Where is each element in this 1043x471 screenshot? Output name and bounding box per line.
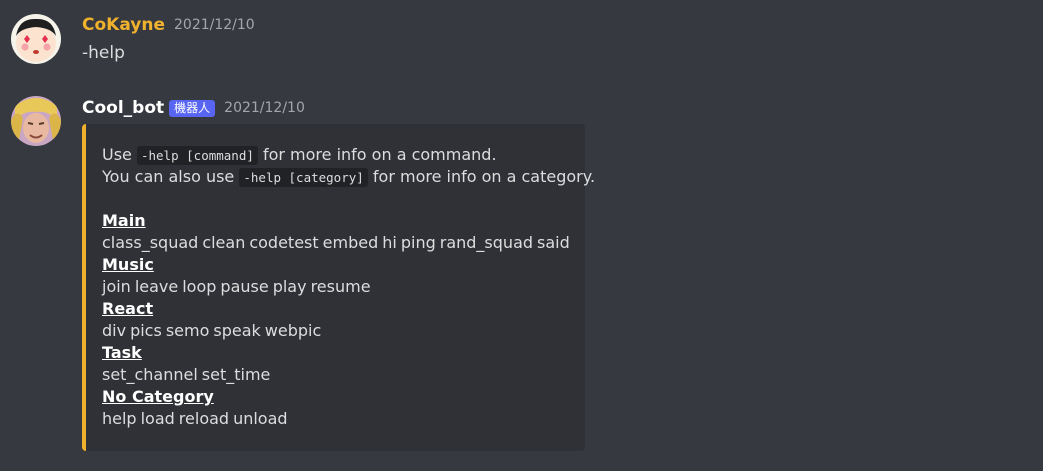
bot-tag: 機器人: [169, 99, 216, 117]
category-commands: help load reload unload: [102, 408, 582, 430]
command-name: rand_squad: [439, 233, 534, 252]
category-commands: div pics semo speak webpic: [102, 320, 582, 342]
category-title: Task: [102, 343, 142, 362]
command-name: help: [102, 409, 137, 428]
command-name: webpic: [264, 321, 322, 340]
command-name: semo: [165, 321, 210, 340]
timestamp[interactable]: 2021/12/10: [224, 97, 305, 119]
command-name: set_channel: [102, 365, 198, 384]
category-commands: class_squad clean codetest embed hi ping rand_…: [102, 232, 582, 254]
command-name: embed: [322, 233, 379, 252]
command-name: div: [102, 321, 127, 340]
message-header: Cool_bot 機器人 2021/12/10: [82, 97, 305, 119]
intro-text: You can also use: [102, 167, 235, 186]
username[interactable]: Cool_bot: [82, 97, 164, 119]
command-name: unload: [233, 409, 288, 428]
command-name: class_squad: [102, 233, 199, 252]
intro-text: for more info on a command.: [262, 145, 497, 164]
command-name: hi: [382, 233, 397, 252]
category-title: Main: [102, 211, 146, 230]
category-title: Music: [102, 255, 154, 274]
command-name: loop: [182, 277, 217, 296]
message-cool-bot: Cool_bot 機器人 2021/12/10 Use -help [comma…: [0, 0, 1043, 471]
command-name: join: [102, 277, 131, 296]
command-name: ping: [400, 233, 436, 252]
intro-line-1: Use -help [command] for more info on a c…: [102, 144, 582, 166]
command-name: pause: [220, 277, 269, 296]
category-commands: set_channel set_time: [102, 364, 582, 386]
command-name: play: [272, 277, 307, 296]
intro-text: Use: [102, 145, 132, 164]
inline-code: -help [category]: [239, 168, 368, 187]
command-name: said: [537, 233, 570, 252]
command-name: leave: [134, 277, 179, 296]
category-title: React: [102, 299, 154, 318]
category-title: No Category: [102, 387, 214, 406]
chat-messages: CoKayne 2021/12/10 -help Cool_bot 機器人 20…: [0, 0, 1043, 471]
anime-hero-avatar[interactable]: [11, 96, 61, 146]
inline-code: -help [command]: [136, 146, 258, 165]
command-name: reload: [178, 409, 230, 428]
command-name: clean: [202, 233, 246, 252]
intro-text: for more info on a category.: [372, 167, 596, 186]
command-name: set_time: [201, 365, 271, 384]
command-name: resume: [310, 277, 371, 296]
command-name: codetest: [249, 233, 319, 252]
command-name: speak: [213, 321, 261, 340]
help-embed: Use -help [command] for more info on a c…: [82, 124, 595, 451]
command-name: load: [140, 409, 175, 428]
command-name: pics: [130, 321, 162, 340]
embed-description: Use -help [command] for more info on a c…: [102, 144, 595, 430]
category-commands: join leave loop pause play resume: [102, 276, 582, 298]
intro-line-2: You can also use -help [category] for mo…: [102, 166, 595, 188]
